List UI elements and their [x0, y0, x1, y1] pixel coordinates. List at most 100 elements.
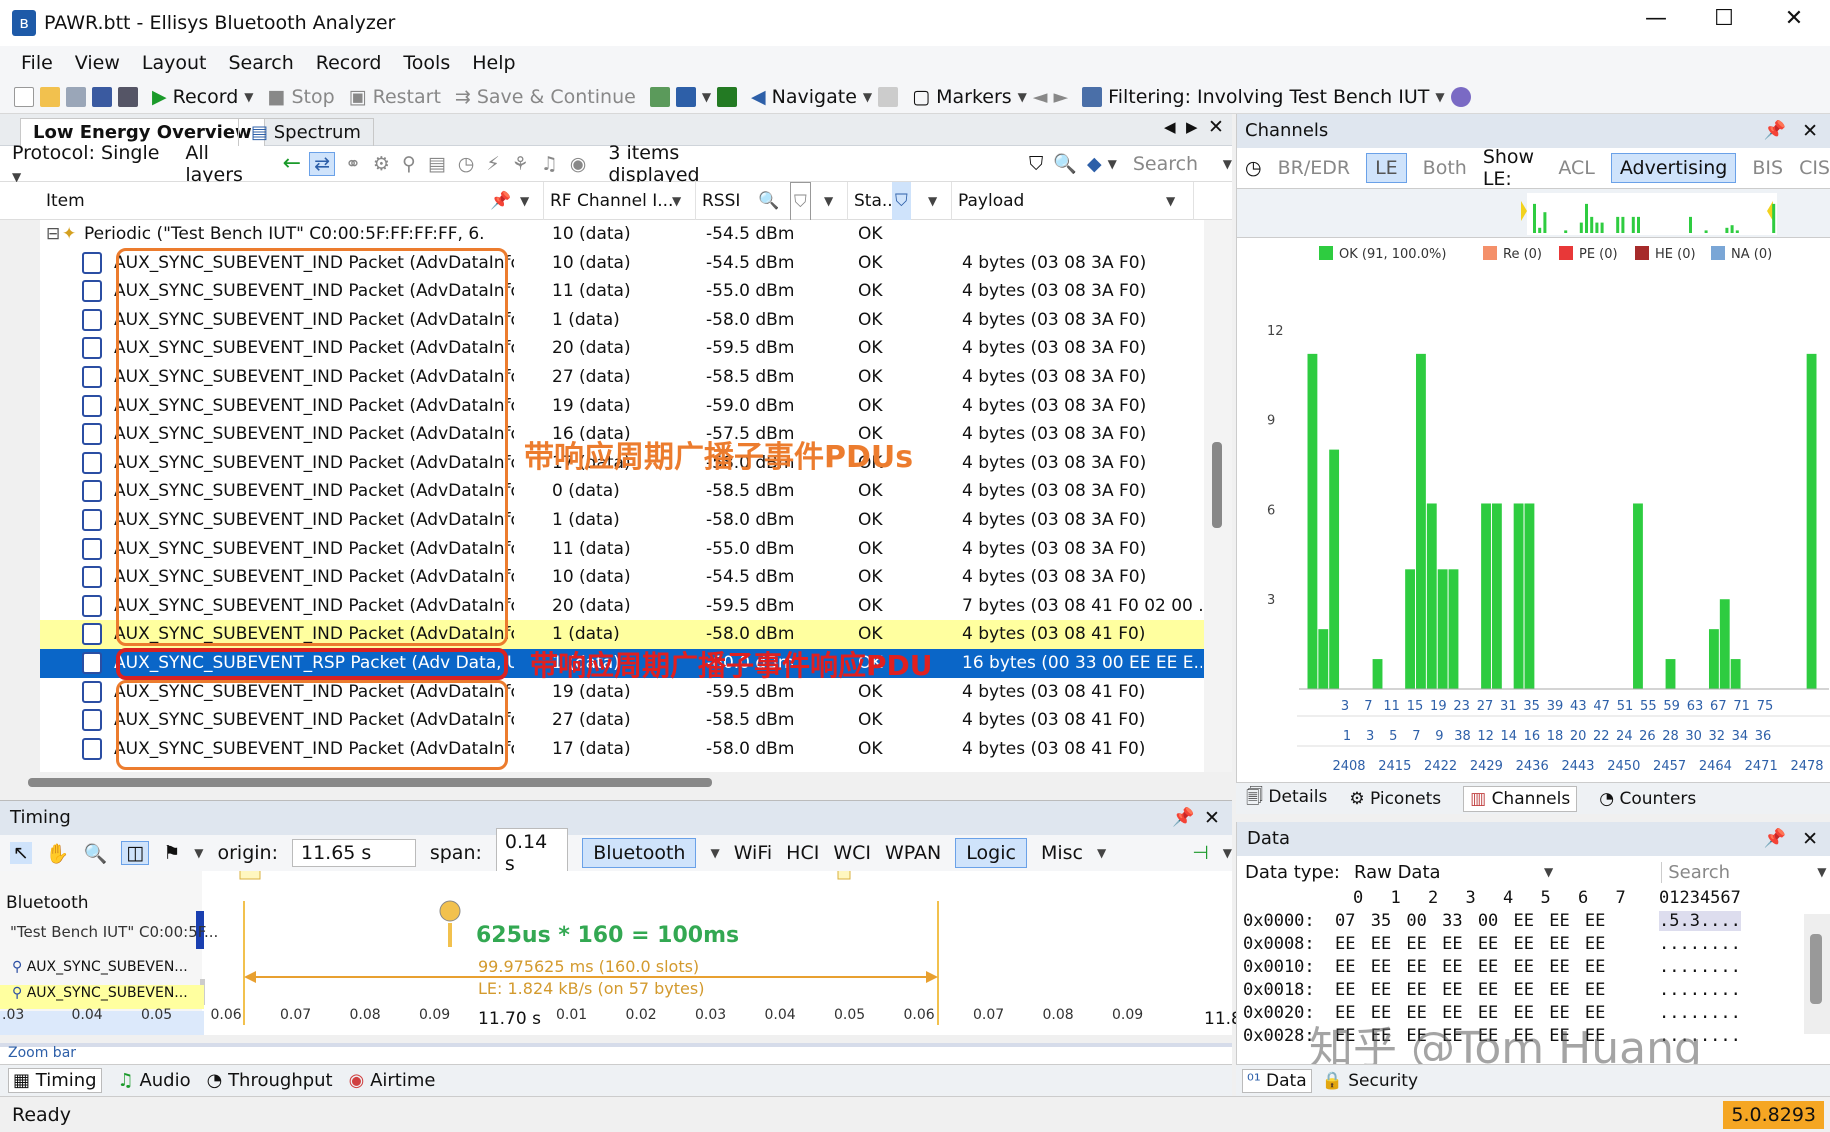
scrollbar-thumb[interactable]	[1212, 442, 1222, 528]
zoom-icon[interactable]: 🔍	[84, 842, 108, 865]
filter-bredr[interactable]: BR/EDR	[1278, 157, 1350, 179]
menu-record[interactable]: Record	[316, 52, 382, 74]
lane-aux-ind[interactable]: ⚲ AUX_SYNC_SUBEVEN...	[12, 959, 188, 975]
channel-overview-strip[interactable]	[1237, 188, 1830, 238]
channel-bar[interactable]	[1730, 659, 1741, 689]
data-search-box[interactable]: Search	[1661, 861, 1817, 883]
col-rssi[interactable]: RSSI 🔍 ⛉ ▼	[696, 182, 848, 222]
swap-icon[interactable]: ⇄	[309, 151, 335, 176]
channel-bar[interactable]	[1806, 353, 1817, 689]
tab-misc[interactable]: Misc	[1041, 842, 1083, 864]
zoom-bar-label[interactable]: Zoom bar	[8, 1045, 76, 1061]
channel-bar[interactable]	[1405, 569, 1416, 689]
tab-logic[interactable]: Logic	[955, 838, 1027, 868]
channel-bar[interactable]	[1329, 449, 1340, 689]
tab-throughput[interactable]: ◔ Throughput	[207, 1070, 333, 1091]
navigate-button[interactable]: ◀ Navigate ▼	[751, 86, 899, 108]
highlight-icon[interactable]: ◆	[1087, 153, 1102, 175]
packet-list-scrollbar[interactable]	[1204, 220, 1232, 772]
channel-bar[interactable]	[1448, 569, 1459, 689]
tab-scroll-right-icon[interactable]: ▶	[1186, 118, 1198, 136]
filter-funnel-icon[interactable]: ⛉	[1029, 153, 1043, 175]
tab-airtime[interactable]: ◉ Airtime	[349, 1070, 436, 1091]
close-panel-icon[interactable]: ✕	[1802, 114, 1818, 148]
filter-both[interactable]: Both	[1423, 157, 1467, 179]
new-file-icon[interactable]	[14, 86, 34, 107]
find-icon[interactable]	[118, 86, 138, 107]
layers-dropdown[interactable]: All layers	[185, 142, 268, 186]
col-rf-channel[interactable]: RF Channel I... ▼	[544, 182, 696, 220]
search-box[interactable]: Search	[1133, 153, 1219, 175]
tab-wifi[interactable]: WiFi	[734, 842, 772, 864]
marker-tool-icon[interactable]: ⚑	[163, 842, 180, 864]
search-icon[interactable]: 🔍	[1053, 152, 1077, 175]
channel-bar[interactable]	[1491, 503, 1502, 689]
menu-search[interactable]: Search	[228, 52, 293, 74]
tab-security[interactable]: 🔒 Security	[1322, 1071, 1418, 1091]
checklist-icon[interactable]	[649, 86, 670, 107]
filter-le[interactable]: LE	[1366, 153, 1407, 183]
channel-bar[interactable]	[1481, 503, 1491, 689]
lane-aux-rsp[interactable]: ⚲ AUX_SYNC_SUBEVEN...	[12, 985, 188, 1001]
chevron-down-icon[interactable]: ▼	[244, 90, 253, 104]
tab-counters[interactable]: ◔ Counters	[1599, 789, 1696, 809]
markers-button[interactable]: ▢ Markers ▼ ◄ ►	[912, 86, 1068, 108]
close-button[interactable]: ✕	[1764, 6, 1824, 31]
channel-bar[interactable]	[1426, 503, 1437, 689]
hex-scrollbar[interactable]	[1804, 914, 1830, 1034]
lane-device[interactable]: "Test Bench IUT" C0:00:5F...	[10, 923, 218, 941]
split-view-icon[interactable]: ◫	[121, 841, 150, 865]
filter-bis[interactable]: BIS	[1752, 157, 1783, 179]
layer-toggle-icons[interactable]: ⚭⚙⚲▤◷⚡⚘♫◉	[345, 153, 598, 175]
channel-bar[interactable]	[1513, 503, 1524, 689]
filter-acl[interactable]: ACL	[1558, 157, 1595, 179]
col-payload[interactable]: Payload ▼	[952, 182, 1194, 220]
channel-bar[interactable]	[1524, 503, 1535, 689]
tab-details[interactable]: 🗐 Details	[1246, 784, 1327, 813]
channel-bar[interactable]	[1719, 599, 1730, 689]
back-arrow-icon[interactable]: ←	[283, 151, 301, 176]
clock-icon[interactable]: ◷	[1245, 157, 1262, 179]
channel-bar[interactable]	[1372, 659, 1383, 689]
set-icon[interactable]	[675, 86, 696, 107]
group-row[interactable]: ⊟ ✦ Periodic ("Test Bench IUT" C0:00:5F:FF…	[40, 220, 1204, 249]
pointer-icon[interactable]: ↖	[10, 842, 32, 864]
menu-file[interactable]: File	[21, 52, 53, 74]
maximize-button[interactable]: ☐	[1694, 6, 1754, 31]
bookmark-icon[interactable]	[878, 86, 899, 107]
save-continue-button[interactable]: ⇉ Save & Continue	[455, 86, 636, 108]
tab-bluetooth[interactable]: Bluetooth	[582, 838, 697, 868]
open-folder-icon[interactable]	[40, 86, 60, 107]
menu-view[interactable]: View	[75, 52, 120, 74]
restart-button[interactable]: ▣ Restart	[349, 86, 441, 108]
tab-wpan[interactable]: WPAN	[885, 842, 941, 864]
channel-bar[interactable]	[1665, 659, 1676, 689]
tab-data[interactable]: ⁰¹ Data	[1242, 1068, 1312, 1093]
collapse-icon[interactable]: ⊟	[46, 220, 60, 249]
tab-audio[interactable]: ♫ Audio	[118, 1070, 191, 1091]
close-tab-icon[interactable]: ✕	[1208, 116, 1224, 138]
help-globe-icon[interactable]	[1450, 86, 1471, 107]
channel-bar[interactable]	[1633, 503, 1643, 689]
hand-icon[interactable]: ✋	[46, 842, 70, 865]
tab-wci[interactable]: WCI	[833, 842, 871, 864]
origin-input[interactable]: 11.65 s	[292, 839, 416, 867]
tab-scroll-left-icon[interactable]: ◀	[1164, 118, 1176, 136]
tab-channels[interactable]: ▥ Channels	[1463, 785, 1578, 812]
packet-list-hscrollbar[interactable]	[0, 772, 1232, 792]
data-type-dropdown[interactable]: Raw Data	[1354, 862, 1544, 883]
channel-bar[interactable]	[1307, 353, 1318, 689]
minimize-button[interactable]: —	[1626, 6, 1686, 31]
hex-row[interactable]: 0x0010: EE EE EE EE EE EE EE EE........	[1243, 957, 1783, 980]
filter-advertising[interactable]: Advertising	[1610, 153, 1737, 183]
hex-row[interactable]: 0x0018: EE EE EE EE EE EE EE EE........	[1243, 980, 1783, 1003]
save-icon[interactable]	[66, 86, 86, 107]
close-panel-icon[interactable]: ✕	[1204, 801, 1220, 835]
menu-layout[interactable]: Layout	[142, 52, 207, 74]
tab-piconets[interactable]: ⚙ Piconets	[1349, 789, 1441, 809]
channel-bar[interactable]	[1437, 569, 1448, 689]
menu-help[interactable]: Help	[472, 52, 515, 74]
reset-icon[interactable]	[717, 86, 738, 107]
record-button[interactable]: ▶ Record ▼	[152, 86, 254, 108]
save-all-icon[interactable]	[92, 86, 112, 107]
